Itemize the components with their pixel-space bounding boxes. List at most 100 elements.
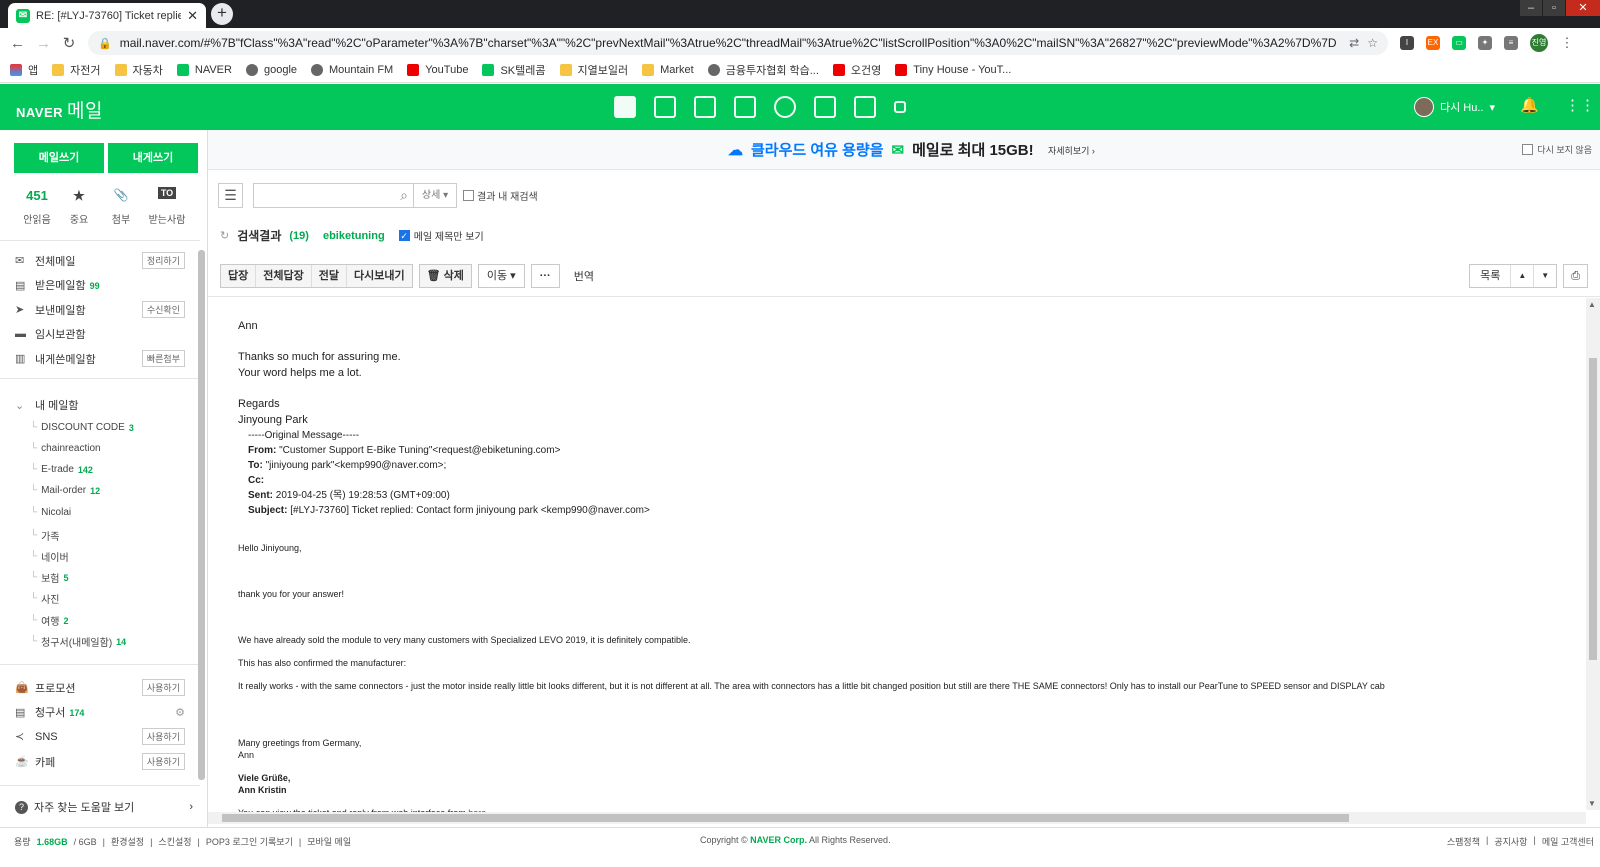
new-tab-button[interactable]: +: [211, 3, 233, 25]
reload-icon[interactable]: ↻: [62, 34, 76, 52]
promo-banner[interactable]: ☁ 클라우드 여유 용량을 ✉ 메일로 최대 15GB! 자세히보기 › 다시 …: [208, 130, 1600, 170]
bookmark-folder[interactable]: 지열보일러: [559, 62, 628, 78]
calendar-icon[interactable]: [654, 96, 676, 118]
bookmark-folder[interactable]: Market: [642, 64, 694, 76]
forward-button[interactable]: 전달: [311, 265, 347, 287]
spam-policy-link[interactable]: 스팸정책: [1447, 835, 1480, 848]
menu-dots-icon[interactable]: ⋮: [1560, 36, 1574, 50]
banner-more-link[interactable]: 자세히보기 ›: [1048, 144, 1095, 157]
naver-mail-logo[interactable]: NAVER 메일: [16, 96, 103, 123]
maximize-icon[interactable]: ▫: [1543, 0, 1565, 16]
help-link[interactable]: ? 자주 찾는 도움말 보기 ›: [15, 799, 193, 815]
more-actions-button[interactable]: ···: [530, 264, 560, 288]
write-mail-button[interactable]: 메일쓰기: [14, 143, 104, 173]
folder-item[interactable]: └ chainreaction: [30, 443, 101, 454]
dont-show-again[interactable]: 다시 보지 않음: [1522, 143, 1592, 156]
minimize-icon[interactable]: –: [1520, 0, 1542, 16]
extension-i-icon[interactable]: I: [1400, 36, 1414, 50]
sns-box[interactable]: ≺ SNS 사용하기: [15, 728, 185, 745]
bookmark-folder[interactable]: 자전거: [52, 62, 101, 78]
mobile-mail-link[interactable]: 모바일 메일: [307, 835, 351, 848]
settings-link[interactable]: 환경설정: [111, 835, 144, 848]
profile-avatar[interactable]: 진영: [1530, 34, 1548, 52]
search-detail-dropdown[interactable]: 상세 ▾: [413, 183, 457, 208]
unread-filter[interactable]: 451 안읽음: [16, 188, 58, 226]
search-input[interactable]: ⌕: [253, 183, 413, 208]
bookmark-naver[interactable]: NAVER: [176, 64, 232, 76]
folder-item[interactable]: └ Nicolai: [30, 507, 71, 518]
gear-icon[interactable]: ⚙: [175, 706, 185, 719]
use-button[interactable]: 사용하기: [141, 728, 185, 745]
forward-icon[interactable]: →: [36, 35, 51, 52]
my-mailbox-toggle[interactable]: ⌄ 내 메일함: [15, 397, 185, 413]
cafe-box[interactable]: ☕ 카페 사용하기: [15, 753, 185, 770]
translate-icon[interactable]: ⇄: [1349, 36, 1359, 50]
mailbox-all[interactable]: ✉ 전체메일 정리하기: [15, 252, 185, 269]
attachment-filter[interactable]: 📎 첨부: [100, 188, 142, 226]
bookmark-youtube[interactable]: YouTube: [407, 64, 468, 76]
important-filter[interactable]: ★ 중요: [58, 188, 100, 226]
use-button[interactable]: 사용하기: [141, 753, 185, 770]
folder-item[interactable]: └ 청구서(내메일함) 14: [30, 634, 126, 649]
reading-list-icon[interactable]: ≡: [1504, 36, 1518, 50]
refresh-icon[interactable]: ↻: [220, 229, 229, 242]
reply-button[interactable]: 답장: [221, 265, 257, 287]
hamburger-menu-icon[interactable]: ☰: [218, 183, 243, 208]
folder-item[interactable]: └ E-trade 142: [30, 464, 93, 475]
mailbox-drafts[interactable]: ▬ 임시보관함: [15, 326, 185, 342]
extension-ex-icon[interactable]: EX: [1426, 36, 1440, 50]
more-services-icon[interactable]: [894, 101, 906, 113]
star-icon[interactable]: ☆: [1367, 36, 1378, 50]
back-icon[interactable]: ←: [10, 35, 25, 52]
extension-green-icon[interactable]: ▭: [1452, 36, 1466, 50]
resend-button[interactable]: 다시보내기: [346, 265, 412, 287]
folder-item[interactable]: └ 사진: [30, 591, 60, 606]
search-within-results[interactable]: 결과 내 재검색: [463, 188, 538, 203]
close-window-icon[interactable]: ✕: [1566, 0, 1600, 16]
bookmark-apps[interactable]: 앱: [10, 62, 38, 78]
mailbox-inbox[interactable]: ▤ 받은메일함 99: [15, 277, 185, 293]
write-self-button[interactable]: 내게쓰기: [108, 143, 198, 173]
notice-link[interactable]: 공지사항: [1494, 835, 1527, 848]
bookmark-google[interactable]: google: [245, 64, 297, 76]
bookmark-youtube[interactable]: Tiny House - YouT...: [895, 64, 1011, 76]
read-receipt-button[interactable]: 수신확인: [141, 301, 185, 318]
bill-box[interactable]: ▤ 청구서 174 ⚙: [15, 704, 185, 720]
bookmark-mountainfm[interactable]: Mountain FM: [311, 64, 393, 76]
tidy-button[interactable]: 정리하기: [141, 252, 185, 269]
user-menu[interactable]: 다시 Hu.. ▾: [1414, 97, 1495, 117]
pop3-log-link[interactable]: POP3 로그인 기록보기: [206, 835, 293, 848]
promotion-box[interactable]: 👜 프로모션 사용하기: [15, 679, 185, 696]
skin-settings-link[interactable]: 스킨설정: [158, 835, 191, 848]
folder-item[interactable]: └ 보험 5: [30, 570, 69, 585]
print-icon[interactable]: ⎙: [1564, 265, 1587, 287]
mail-horizontal-scrollbar[interactable]: [208, 812, 1586, 824]
recipient-filter[interactable]: TO 받는사람: [142, 187, 192, 226]
bookmark-youtube[interactable]: 오건영: [832, 62, 881, 78]
folder-item[interactable]: └ Mail-order 12: [30, 485, 100, 496]
contacts-icon[interactable]: [734, 96, 756, 118]
bell-icon[interactable]: 🔔: [1520, 96, 1539, 114]
mail-service-icon[interactable]: [614, 96, 636, 118]
reply-all-button[interactable]: 전체답장: [256, 265, 312, 287]
mailbox-sent[interactable]: ➤ 보낸메일함 수신확인: [15, 301, 185, 318]
folder-item[interactable]: └ DISCOUNT CODE 3: [30, 422, 134, 433]
apps-grid-icon[interactable]: ⋮⋮⋮: [1565, 96, 1600, 114]
bookmark-kofia[interactable]: 금융투자협회 학습...: [707, 62, 819, 78]
list-icon[interactable]: [694, 96, 716, 118]
bookmark-folder[interactable]: 자동차: [114, 62, 163, 78]
next-mail-button[interactable]: ▼: [1534, 265, 1557, 287]
puzzle-icon[interactable]: ✦: [1478, 36, 1492, 50]
use-button[interactable]: 사용하기: [141, 679, 185, 696]
folder-item[interactable]: └ 가족: [30, 528, 60, 543]
quick-attach-button[interactable]: 빠른첨부: [141, 350, 185, 367]
browser-tab[interactable]: ✉ RE: [#LYJ-73760] Ticket replied: ✕: [8, 3, 206, 28]
list-button[interactable]: 목록: [1470, 265, 1512, 287]
prev-mail-button[interactable]: ▲: [1511, 265, 1535, 287]
memo-icon[interactable]: [814, 96, 836, 118]
mailbox-self[interactable]: ▥ 내게쓴메일함 빠른첨부: [15, 350, 185, 367]
address-bar[interactable]: 🔒 mail.naver.com/#%7B"fClass"%3A"read"%2…: [88, 31, 1388, 55]
bookmark-sk[interactable]: SK텔레콤: [482, 62, 546, 78]
cloud-icon[interactable]: [774, 96, 796, 118]
close-tab-icon[interactable]: ✕: [187, 8, 198, 24]
